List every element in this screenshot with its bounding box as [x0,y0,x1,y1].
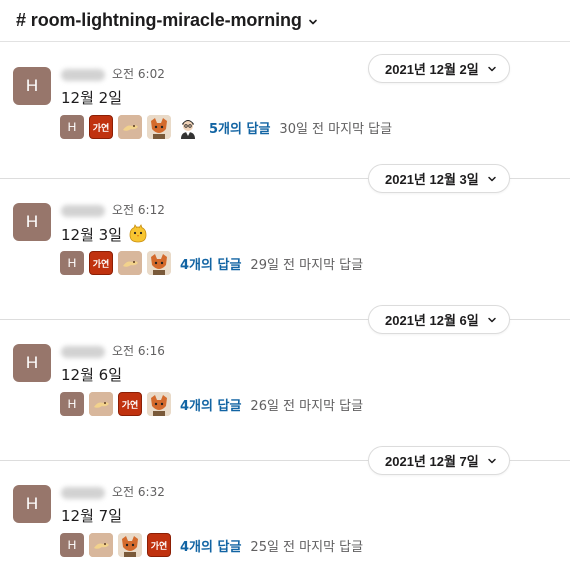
date-label: 2021년 12월 3일 [385,172,479,187]
chevron-down-icon [487,458,496,463]
thread-replies[interactable]: H 가연 4개의 답글 25일 전 마지막 답글 [60,533,363,557]
channel-name-button[interactable]: # room-lightning-miracle-morning [16,10,318,31]
message-text: 12월 7일 [61,505,122,526]
avatar[interactable]: H [13,344,51,382]
reply-avatar[interactable] [176,115,200,139]
reply-avatar[interactable]: H [60,392,84,416]
reply-avatar[interactable] [118,533,142,557]
timestamp[interactable]: 오전 6:16 [112,342,165,359]
reply-count-link[interactable]: 4개의 답글 [180,536,241,555]
channel-header: # room-lightning-miracle-morning [0,0,570,42]
reply-avatar[interactable]: 가연 [89,115,113,139]
reply-avatar[interactable]: H [60,115,84,139]
last-reply-time: 30일 전 마지막 답글 [279,121,393,137]
message-text: 12월 2일 [61,87,122,108]
cat-avatar-icon [118,115,142,139]
channel-title: # room-lightning-miracle-morning [16,10,302,30]
avatar[interactable]: H [13,485,51,523]
reply-count-link[interactable]: 4개의 답글 [180,395,241,414]
person-avatar-icon [176,115,200,139]
message-body: 12월 2일 [61,89,122,107]
reply-avatar[interactable] [118,115,142,139]
fox-avatar-icon [118,533,142,557]
timestamp[interactable]: 오전 6:32 [112,483,165,500]
chevron-down-icon [487,317,496,322]
cat-avatar-icon [89,392,113,416]
reply-count-link[interactable]: 4개의 답글 [180,254,241,273]
message-body: 12월 3일 [61,225,122,244]
last-reply-time: 29일 전 마지막 답글 [250,257,364,273]
date-jump-button[interactable]: 2021년 12월 7일 [368,446,510,475]
message-meta: 오전 6:32 [61,483,165,500]
username-blurred[interactable] [61,68,105,81]
username-blurred[interactable] [61,204,105,217]
date-jump-button[interactable]: 2021년 12월 6일 [368,305,510,334]
fox-avatar-icon [147,392,171,416]
cat-avatar-icon [89,533,113,557]
thread-replies[interactable]: H 가연 5개의 답글 30일 전 마지막 답글 [60,115,392,139]
message-meta: 오전 6:02 [61,65,165,82]
timestamp[interactable]: 오전 6:02 [112,65,165,82]
last-reply-time: 25일 전 마지막 답글 [250,539,364,555]
last-reply-time: 26일 전 마지막 답글 [250,398,364,414]
username-blurred[interactable] [61,345,105,358]
message-text: 12월 3일 [61,223,149,245]
reply-avatar[interactable]: 가연 [147,533,171,557]
reply-avatar[interactable] [89,392,113,416]
fox-avatar-icon [147,251,171,275]
cat-avatar-icon [118,251,142,275]
message-text: 12월 6일 [61,364,122,385]
message-body: 12월 7일 [61,507,122,525]
avatar[interactable]: H [13,67,51,105]
reply-avatar[interactable] [118,251,142,275]
chevron-down-icon [309,19,317,24]
avatar[interactable]: H [13,203,51,241]
reply-avatar[interactable]: 가연 [89,251,113,275]
date-jump-button[interactable]: 2021년 12월 3일 [368,164,510,193]
message-meta: 오전 6:16 [61,342,165,359]
reply-avatar[interactable] [89,533,113,557]
message-meta: 오전 6:12 [61,201,165,218]
reply-avatar[interactable] [147,115,171,139]
reply-avatar[interactable]: H [60,251,84,275]
reply-avatar[interactable]: H [60,533,84,557]
date-label: 2021년 12월 6일 [385,313,479,328]
reply-count-link[interactable]: 5개의 답글 [209,118,270,137]
timestamp[interactable]: 오전 6:12 [112,201,165,218]
chevron-down-icon [487,176,496,181]
username-blurred[interactable] [61,486,105,499]
reply-avatar[interactable]: 가연 [118,392,142,416]
chevron-down-icon [487,66,496,71]
message-body: 12월 6일 [61,366,122,384]
date-label: 2021년 12월 2일 [385,62,479,77]
fox-avatar-icon [147,115,171,139]
date-jump-button[interactable]: 2021년 12월 2일 [368,54,510,83]
chick-icon [129,224,147,243]
thread-replies[interactable]: H 가연 4개의 답글 29일 전 마지막 답글 [60,251,363,275]
reply-avatar[interactable] [147,251,171,275]
thread-replies[interactable]: H 가연 4개의 답글 26일 전 마지막 답글 [60,392,363,416]
date-label: 2021년 12월 7일 [385,454,479,469]
reply-avatar[interactable] [147,392,171,416]
